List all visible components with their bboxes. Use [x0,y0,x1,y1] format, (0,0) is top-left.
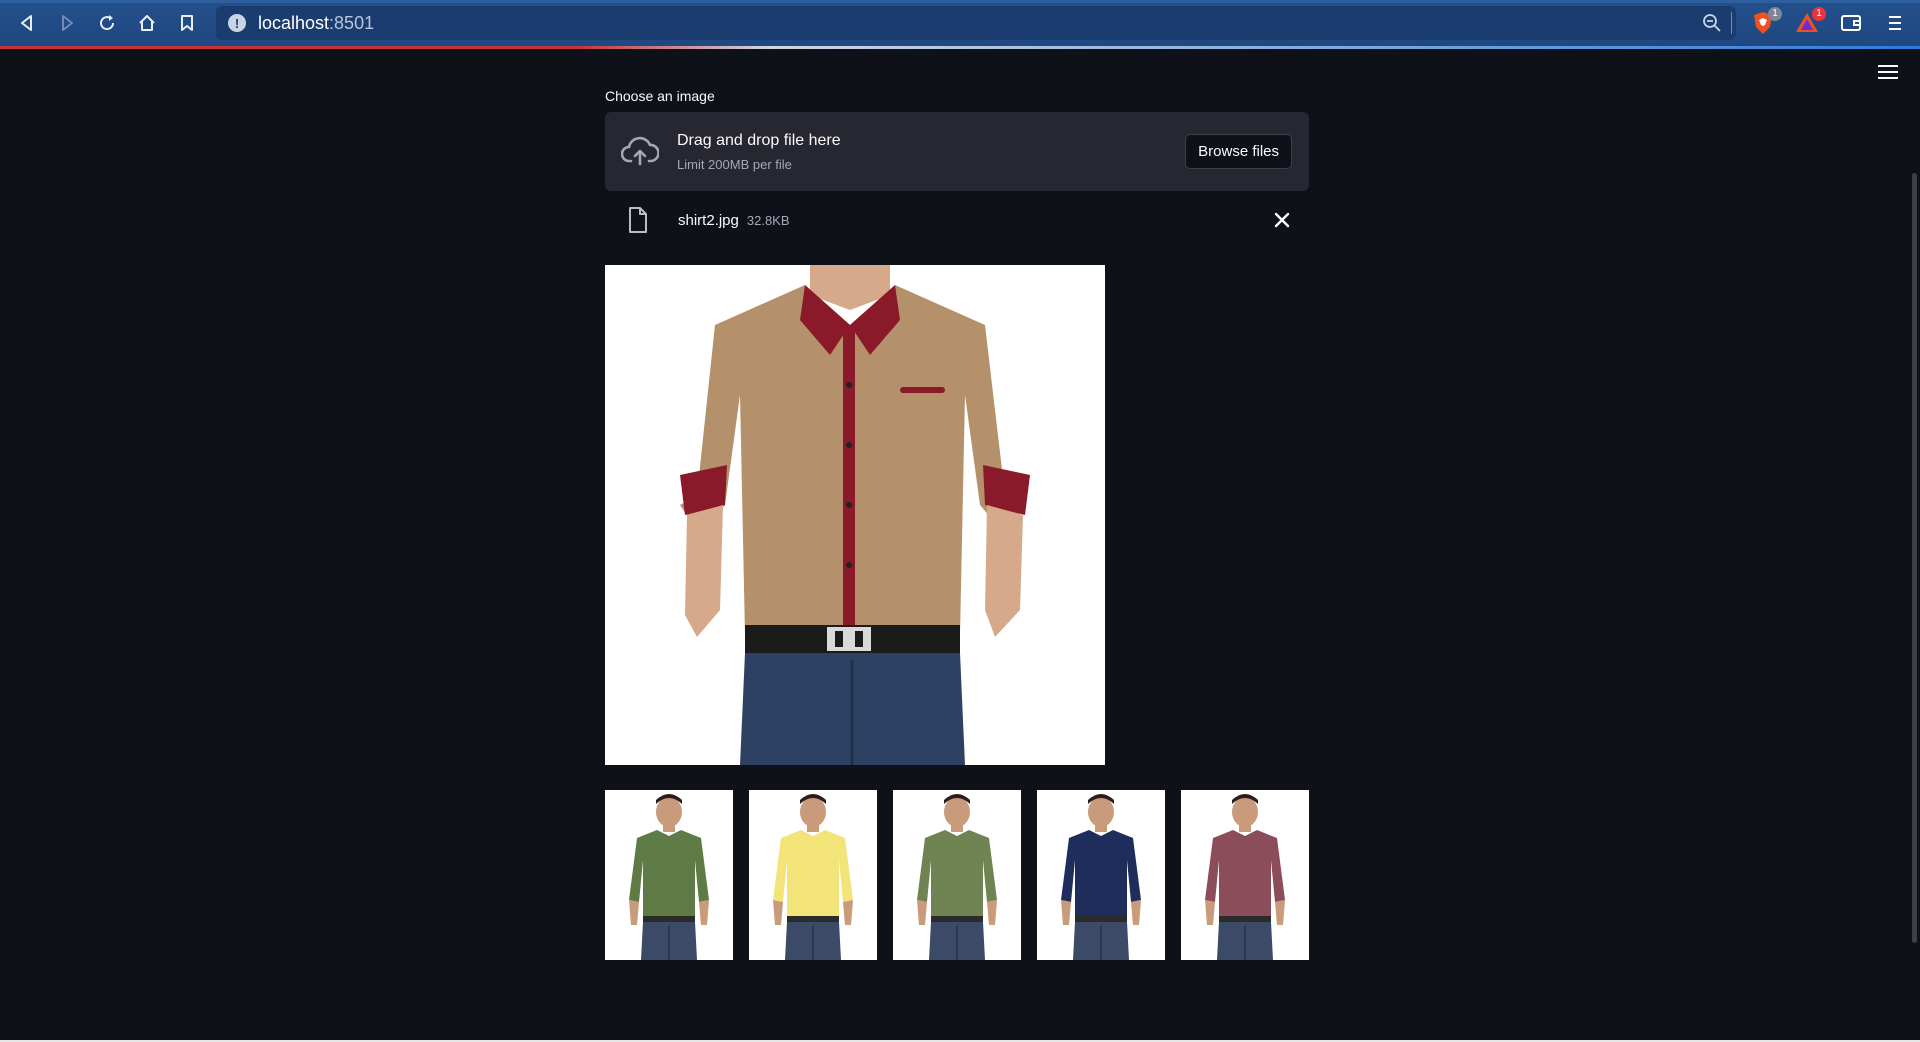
browser-menu-icon[interactable] [1882,10,1908,36]
recommendation-image-5 [1181,790,1309,960]
file-dropzone[interactable]: Drag and drop file here Limit 200MB per … [605,112,1309,191]
uploaded-file-row: shirt2.jpg 32.8KB [605,191,1309,249]
main-content: Choose an image Drag and drop file here … [605,88,1309,960]
file-icon [629,207,647,233]
uploader-label: Choose an image [605,88,715,104]
recommendation-image-4 [1037,790,1165,960]
url-host: localhost [258,12,330,33]
forward-button[interactable] [47,3,87,43]
app-menu-icon[interactable] [1876,62,1900,82]
file-name: shirt2.jpg [678,211,739,229]
recommendations-row [605,790,1309,960]
remove-file-icon[interactable] [1273,211,1291,229]
brave-rewards-icon[interactable]: 1 [1794,7,1826,36]
wallet-icon[interactable] [1838,10,1864,36]
model-photo [1037,790,1165,960]
shield-badge: 1 [1768,7,1782,21]
shirt-photo [605,265,1105,765]
model-photo [893,790,1021,960]
bookmark-icon [181,15,193,31]
zoom-icon[interactable] [1702,13,1722,38]
reload-icon [100,15,115,31]
extensions-area: 1 1 [1720,0,1920,46]
back-button[interactable] [7,3,47,43]
browse-files-button[interactable]: Browse files [1185,134,1292,169]
recommendation-image-3 [893,790,1021,960]
home-icon [139,15,155,31]
file-size: 32.8KB [746,212,790,228]
toolbar-separator [1731,12,1732,34]
page-load-accent [0,46,1920,49]
address-bar[interactable]: ! localhost:8501 [216,6,1736,40]
model-photo [1181,790,1309,960]
cloud-upload-icon [621,136,659,165]
brave-shield-icon[interactable]: 1 [1750,7,1782,36]
reload-button[interactable] [87,3,127,43]
url-port: :8501 [329,12,375,33]
model-photo [605,790,733,960]
recommendation-image-1 [605,790,733,960]
recommendation-image-2 [749,790,877,960]
scrollbar[interactable] [1908,49,1920,1042]
tab-strip-edge [0,0,1920,3]
dropzone-limit: Limit 200MB per file [677,156,792,172]
dropzone-title: Drag and drop file here [677,131,841,149]
bookmark-button[interactable] [167,3,207,43]
rewards-badge: 1 [1812,7,1826,21]
forward-icon [62,15,73,31]
model-photo [749,790,877,960]
scrollbar-thumb[interactable] [1912,173,1917,943]
browser-toolbar: ! localhost:8501 1 1 [0,0,1920,46]
uploaded-image-preview [605,265,1105,765]
back-icon [21,15,32,31]
site-info-icon[interactable]: ! [228,14,246,32]
url-text: localhost:8501 [258,13,374,34]
home-button[interactable] [127,3,167,43]
